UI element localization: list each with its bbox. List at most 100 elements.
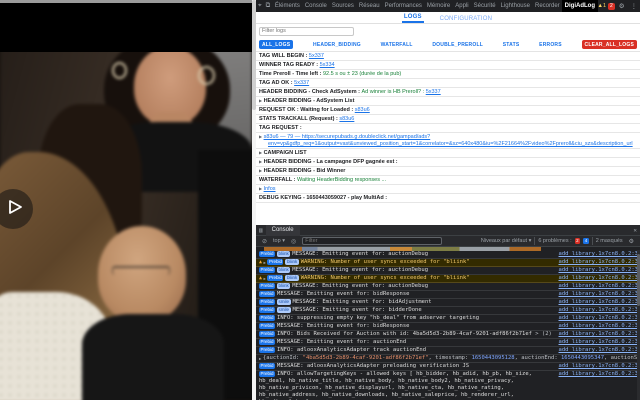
tab-performances[interactable]: Performances [382,0,424,12]
toolbar-divider [534,237,536,245]
expand-caret[interactable]: ▶ [259,355,261,362]
console-message: Prebid bliink WARNING: Number of user sync… [267,275,555,282]
hidden-messages-label[interactable]: 2 masqués [596,238,623,244]
console-row: Prebid MESSAGE: adlooxAnalyticsAdapter pr… [256,363,640,371]
console-row: Prebid smile MESSAGE: Emitting event for: … [256,307,640,315]
message-text: MESSAGE: Emitting event for: bidderDone [292,307,422,313]
log-levels-dropdown[interactable]: Niveaux par défaut ▾ [481,238,531,244]
console-header: ▥ Console ✕ [256,225,640,236]
log-text: HEADER BIDDING - AdSystem List [263,98,355,104]
waterfall-button[interactable]: WATERFALL [381,42,413,48]
source-link[interactable]: add_library.1x7cn8.0.2:3 [559,291,638,298]
console-row: ▶ {auctionId: "4ba5d5d3-2b89-4caf-9201-ad… [256,355,640,363]
close-drawer-icon[interactable]: ✕ [630,227,640,234]
prebid-badge: Prebid [259,267,276,273]
all-logs-button[interactable]: ALL_LOGS [259,40,294,49]
clear-console-icon[interactable]: ⊘ [259,238,270,245]
expand-caret[interactable]: ▶ [264,259,266,266]
console-filter-input[interactable] [302,237,443,245]
tab-me-moire[interactable]: Mémoire [424,0,452,12]
expand-caret[interactable]: ▶ [259,98,262,103]
tab-recorder[interactable]: Recorder [532,0,562,12]
source-link[interactable]: add_library.1x7cn8.0.2:3 [559,323,638,330]
console-message: {auctionId: "4ba5d5d3-2b89-4caf-9201-adf… [263,355,638,362]
source-link[interactable]: add_library.1x7cn8.0.2:3 [559,251,638,258]
problems-label[interactable]: 6 problèmes : [538,238,571,244]
message-text: , timestamp: [428,355,472,361]
log-text: HEADER BIDDING - Bid Winner [263,168,346,174]
clear-all-logs-button[interactable]: CLEAR_ALL_LOGS [581,40,637,49]
tab-console[interactable]: Console [302,0,329,12]
settings-gear-icon[interactable]: ⚙ [617,2,627,10]
source-link[interactable]: add_library.1x7cn8.0.2:3 [559,283,638,290]
prebid-badge: Prebid [259,299,276,305]
tab-console-drawer[interactable]: Console [265,225,300,236]
source-link[interactable]: add_library.1x7cn8.0.2:3 [559,339,638,346]
log-link[interactable]: 5x337 [294,80,309,86]
device-toolbar-icon[interactable]: ⧉ [264,2,273,10]
source-link[interactable]: add_library.1x7cn8.0.2:3 [559,363,638,370]
log-link[interactable]: s83u6 [339,116,354,122]
tab-appli[interactable]: Appli [453,0,471,12]
log-link[interactable]: 5x334 [320,62,335,68]
log-link[interactable]: s83u6 — 79 — https://securepubads.g.doub… [264,134,431,140]
message-text: > (2) [{…}, {…}] [535,331,555,337]
expand-caret[interactable]: ▶ [264,275,266,282]
tab-e-le-ments[interactable]: Éléments [272,0,302,12]
source-link[interactable]: add_library.1x7cn8.0.2:3 [559,267,638,274]
tab-digiadlog[interactable]: DigiAdLog [562,0,598,12]
prebid-badge: Prebid [259,315,276,321]
log-text: TAG REQUEST : [259,125,302,131]
source-link[interactable]: add_library.1x7cn8.0.2:3 [559,259,638,266]
eye-icon[interactable]: ◎ [288,238,299,245]
console-message: Prebid bliink MESSAGE: Emitting event for:… [259,283,556,290]
log-link[interactable]: Infos [264,186,276,192]
console-message: Prebid bliink MESSAGE: Emitting event for:… [259,251,556,258]
console-sidebar-icon[interactable]: ▥ [256,227,266,234]
log-link[interactable]: s83u6 [355,107,370,113]
toolbar-divider [591,237,593,245]
video-letterbox [0,3,252,52]
tab-se-curite[interactable]: Sécurité [471,0,498,12]
warning-count-badge[interactable]: ▲1 [598,3,607,9]
subtab-logs[interactable]: LOGS [401,14,424,23]
tab-sources[interactable]: Sources [329,0,356,12]
source-link[interactable]: add_library.1x7cn8.0.2:3 [559,275,638,282]
source-link[interactable]: add_library.1x7cn8.0.2:3 [559,299,638,306]
stats-button[interactable]: STATS [503,42,520,48]
expand-caret[interactable]: ▶ [259,159,262,164]
log-link[interactable]: 5x337 [426,89,441,95]
context-selector[interactable]: top ▾ [273,238,285,244]
console-settings-gear-icon[interactable]: ⚙ [626,238,637,245]
header-bidding-button[interactable]: HEADER_BIDDING [313,42,361,48]
source-link[interactable]: add_library.1x7cn8.0.2:3 [559,347,638,354]
log-text: DEBUG KEYING - 1650443059027 - play Mult… [259,195,388,201]
message-text: , auctionEnd: [514,355,561,361]
errors-button[interactable]: ERRORS [539,42,562,48]
tab-re-seau[interactable]: Réseau [356,0,382,12]
expand-caret[interactable]: ▶ [259,168,262,173]
log-text: STATS TRACKALL (Request) : [259,116,340,122]
adlog-filter-input[interactable] [259,26,354,36]
log-link[interactable]: env=vp&gdfp_req=1&output=vast&unviewed_p… [268,141,638,148]
console-message: Prebid bliink WARNING: Number of user sync… [267,259,555,266]
console-row: ▲ ▶ Prebid bliink WARNING: Number of user sy… [256,259,640,267]
expand-caret[interactable]: ▶ [259,186,262,191]
expand-caret[interactable]: ▶ [259,150,262,155]
source-link[interactable]: add_library.1x7cn8.0.2:3 [559,331,638,338]
inspect-icon[interactable]: ⌖ [256,2,264,10]
subtab-configuration[interactable]: CONFIGURATION [438,16,495,23]
devtools-status-badges: ▲1 2 ⚙ ⋮ ✕ [598,2,640,10]
tab-lighthouse[interactable]: Lighthouse [498,0,532,12]
expand-caret[interactable]: ▶ [259,134,262,139]
log-link[interactable]: 5x337 [309,53,324,59]
double-preroll-button[interactable]: DOUBLE_PREROLL [432,42,483,48]
console-row: Prebid INFO: suppressing empty key "hb_de… [256,315,640,323]
source-link[interactable]: add_library.1x7cn8.0.2:3 [559,371,638,378]
video-player[interactable] [0,0,252,400]
source-link[interactable]: add_library.1x7cn8.0.2:3 [559,315,638,322]
error-count-badge[interactable]: 2 [608,2,615,10]
console-row: Prebid MESSAGE: Emitting event for: bidRe… [256,291,640,299]
kebab-menu-icon[interactable]: ⋮ [629,2,640,10]
source-link[interactable]: add_library.1x7cn8.0.2:3 [559,307,638,314]
